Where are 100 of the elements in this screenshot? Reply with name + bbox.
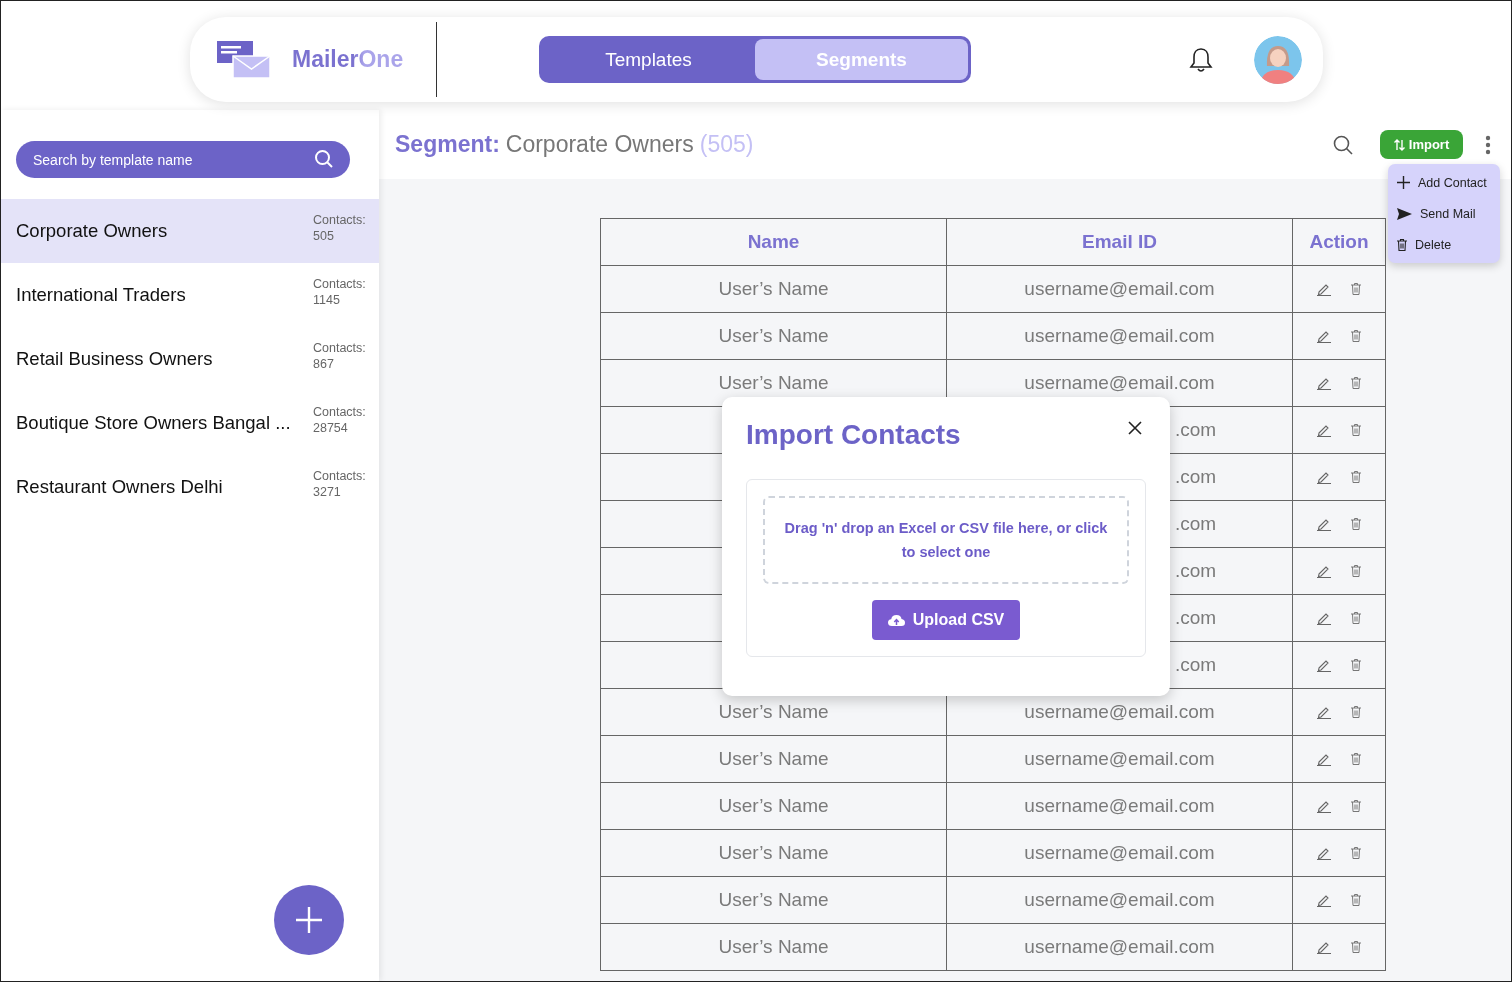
segment-name: Retail Business Owners (16, 348, 214, 370)
contacts-count: 3271 (313, 484, 342, 500)
segment-list-item[interactable]: International Traders Contacts: 1145 (1, 263, 379, 327)
email-cell: .com (1175, 419, 1217, 440)
name-cell: User’s Name (718, 795, 829, 816)
menu-item[interactable]: Delete (1388, 229, 1500, 260)
trash-icon[interactable] (1351, 800, 1361, 812)
email-cell: username@email.com (1024, 936, 1215, 957)
menu-item[interactable]: Send Mail (1388, 198, 1500, 229)
trash-icon[interactable] (1351, 283, 1361, 295)
trash-icon[interactable] (1351, 659, 1361, 671)
email-cell: username@email.com (1024, 889, 1215, 910)
edit-icon[interactable] (1317, 423, 1331, 437)
edit-icon[interactable] (1317, 517, 1331, 531)
name-cell: User’s Name (718, 748, 829, 769)
segment-title: Corporate Owners (505, 131, 694, 158)
trash-icon[interactable] (1351, 424, 1361, 436)
tab[interactable]: Templates (542, 39, 755, 80)
segment-name: Boutique Store Owners Bangal ... (16, 412, 292, 434)
trash-icon[interactable] (1351, 565, 1361, 577)
email-cell: username@email.com (1024, 795, 1215, 816)
dialog-title: Import Contacts (746, 419, 961, 451)
trash-icon[interactable] (1351, 706, 1361, 718)
segment-list-item[interactable]: Boutique Store Owners Bangal ... Contacts: 28754 (1, 391, 379, 455)
email-cell: .com (1175, 466, 1217, 487)
name-cell: User’s Name (718, 701, 829, 722)
avatar[interactable] (1254, 35, 1302, 84)
segment-name: International Traders (16, 284, 187, 306)
name-cell: User’s Name (718, 372, 829, 393)
edit-icon[interactable] (1317, 282, 1331, 296)
search-icon[interactable] (1333, 134, 1353, 155)
cloud-upload-icon (887, 613, 905, 627)
email-cell: .com (1175, 513, 1217, 534)
edit-icon[interactable] (1317, 611, 1331, 625)
drop-zone[interactable]: Drag 'n' drop an Excel or CSV file here, or click to select one (763, 496, 1129, 584)
trash-icon[interactable] (1351, 377, 1361, 389)
trash-icon[interactable] (1351, 518, 1361, 530)
more-icon[interactable] (1485, 134, 1491, 155)
segment-label: Segment: (395, 131, 500, 158)
segment-list-item[interactable]: Restaurant Owners Delhi Contacts: 3271 (1, 455, 379, 519)
trash-icon[interactable] (1351, 612, 1361, 624)
edit-icon[interactable] (1317, 940, 1331, 954)
email-cell: .com (1175, 654, 1217, 675)
column-header: Email ID (946, 218, 1293, 266)
trash-icon[interactable] (1351, 753, 1361, 765)
contacts-label: Contacts: (313, 340, 365, 356)
trash-icon[interactable] (1351, 941, 1361, 953)
menu-item[interactable]: Add Contact (1388, 167, 1500, 198)
contacts-count: 28754 (313, 420, 349, 436)
edit-icon[interactable] (1317, 893, 1331, 907)
trash-icon[interactable] (1351, 894, 1361, 906)
search-field[interactable]: Search by template name (16, 141, 350, 178)
segment-count: (505) (699, 131, 754, 158)
envelope-logo-icon (217, 40, 271, 79)
edit-icon[interactable] (1317, 705, 1331, 719)
close-icon[interactable] (1128, 421, 1142, 435)
edit-icon[interactable] (1317, 376, 1331, 390)
email-cell: .com (1175, 607, 1217, 628)
edit-icon[interactable] (1317, 658, 1331, 672)
send-icon (1397, 207, 1412, 220)
search-icon[interactable] (314, 149, 334, 169)
contacts-label: Contacts: (313, 276, 365, 292)
edit-icon[interactable] (1317, 329, 1331, 343)
upload-button[interactable]: Upload CSV (871, 600, 1021, 640)
email-cell: username@email.com (1024, 701, 1215, 722)
segment-name: Restaurant Owners Delhi (16, 476, 224, 498)
name-cell: User’s Name (718, 278, 829, 299)
email-cell: .com (1175, 560, 1217, 581)
name-cell: User’s Name (718, 936, 829, 957)
segment-name: Corporate Owners (16, 220, 169, 242)
email-cell: username@email.com (1024, 278, 1215, 299)
trash-icon[interactable] (1351, 847, 1361, 859)
contacts-label: Contacts: (313, 212, 365, 228)
edit-icon[interactable] (1317, 799, 1331, 813)
plus-icon (1397, 176, 1410, 189)
name-cell: User’s Name (718, 889, 829, 910)
email-cell: username@email.com (1024, 325, 1215, 346)
contacts-label: Contacts: (313, 404, 365, 420)
segment-list-item[interactable]: Corporate Owners Contacts: 505 (1, 199, 379, 263)
column-header: Action (1292, 218, 1386, 266)
edit-icon[interactable] (1317, 752, 1331, 766)
contacts-label: Contacts: (313, 468, 365, 484)
trash-icon[interactable] (1351, 471, 1361, 483)
contacts-count: 867 (313, 356, 335, 372)
column-header: Name (600, 218, 947, 266)
edit-icon[interactable] (1317, 564, 1331, 578)
email-cell: username@email.com (1024, 842, 1215, 863)
email-cell: username@email.com (1024, 748, 1215, 769)
email-cell: username@email.com (1024, 372, 1215, 393)
trash-icon[interactable] (1351, 330, 1361, 342)
plus-icon (295, 906, 323, 934)
sort-arrows-icon (1393, 138, 1405, 151)
edit-icon[interactable] (1317, 846, 1331, 860)
name-cell: User’s Name (718, 842, 829, 863)
edit-icon[interactable] (1317, 470, 1331, 484)
name-cell: User’s Name (718, 325, 829, 346)
trash-icon (1397, 238, 1407, 251)
bell-icon[interactable] (1189, 46, 1213, 73)
segment-list-item[interactable]: Retail Business Owners Contacts: 867 (1, 327, 379, 391)
contacts-count: 505 (313, 228, 335, 244)
